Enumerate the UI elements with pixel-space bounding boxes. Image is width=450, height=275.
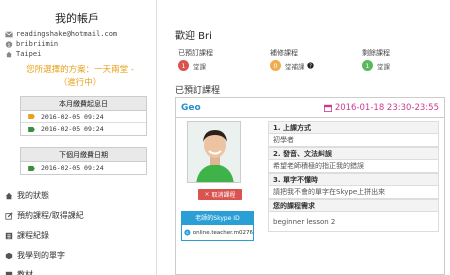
info-icon[interactable]: ? [306, 62, 314, 69]
teacher-skype-box: 老師的Skype ID s online.teacher.m0276 [181, 211, 254, 241]
sidebar: 我的帳戶 readingshake@hotmail.com s bribriim… [0, 0, 157, 275]
lesson-preferences: 1. 上課方式 初學者 2. 發音、文法糾誤 希望老師積極的指正我的錯誤 3. … [268, 121, 439, 232]
email-text: readingshake@hotmail.com [16, 30, 118, 38]
skype-icon: s [5, 40, 13, 48]
stat-label-makeup: 補修課程 [270, 49, 298, 57]
next-date-row: 2016-02-05 09:24 [21, 162, 146, 174]
next-date-value: 2016-02-05 09:24 [41, 164, 104, 172]
question-label: 3. 單字不懂時 [268, 173, 439, 186]
menu-item-vocab[interactable]: 我學到的單字 [5, 250, 65, 261]
skype-icon: s [184, 229, 191, 236]
close-icon: × [204, 191, 210, 198]
menu-item-records[interactable]: 課程紀錄 [5, 230, 49, 241]
menu-label: 我學到的單字 [17, 251, 65, 260]
email-line: readingshake@hotmail.com [5, 30, 117, 38]
start-date-row: 2016-02-05 09:24 [21, 123, 146, 135]
booked-lesson-card: Geo 2016-01-18 23:30-23:55 × 取消課程 老師的Sky… [175, 97, 445, 275]
stat-label-remaining: 剩餘課程 [362, 49, 390, 57]
cube-icon [5, 252, 13, 259]
next-date-panel-title: 下個月繳費日期 [21, 148, 146, 162]
plan-text: 您所選擇的方案：一天兩堂 - （進行中） [10, 64, 150, 90]
answer-value: 希望老師積極的指正我的錯誤 [268, 160, 439, 173]
stat-unit: 堂課 [377, 62, 390, 71]
teacher-skype-row[interactable]: s online.teacher.m0276 [182, 225, 253, 240]
welcome-heading: 歡迎 Bri [175, 31, 212, 42]
stat-makeup[interactable]: 0 堂補課 ? [270, 60, 314, 71]
datetime-text: 2016-01-18 23:30-23:55 [334, 102, 439, 113]
edit-icon [5, 211, 13, 220]
menu-item-booking[interactable]: 預約課程/取得課紀 [5, 210, 84, 221]
skype-line: s bribriimin [5, 40, 58, 48]
book-icon [5, 271, 13, 275]
stat-unit: 堂補課 [285, 62, 305, 71]
answer-value: 初學者 [268, 134, 439, 147]
tag-icon [28, 165, 35, 171]
question-label: 您的課程需求 [268, 199, 439, 212]
home-icon [6, 51, 12, 57]
count-badge: 1 [362, 60, 373, 71]
stat-unit: 堂課 [193, 62, 206, 71]
teacher-photo [187, 121, 241, 183]
account-title: 我的帳戶 [55, 12, 99, 25]
list-icon [5, 232, 13, 239]
stat-remaining[interactable]: 1 堂課 [362, 60, 390, 71]
menu-label: 我的狀態 [17, 191, 49, 200]
answer-value: 請把我不會的單字在Skype上拼出來 [268, 186, 439, 199]
home-icon [5, 192, 13, 199]
city-line: Taipei [5, 50, 41, 58]
city-text: Taipei [16, 50, 42, 58]
question-label: 1. 上課方式 [268, 121, 439, 134]
start-date-panel-title: 本月繳費起息日 [21, 97, 146, 111]
start-date-value: 2016-02-05 09:24 [41, 112, 104, 121]
start-date-value: 2016-02-05 09:24 [41, 125, 104, 133]
menu-label: 預約課程/取得課紀 [17, 211, 84, 220]
cancel-lesson-button[interactable]: × 取消課程 [198, 189, 242, 200]
tag-icon [28, 126, 35, 132]
menu-label: 教材 [17, 270, 33, 275]
envelope-icon [5, 30, 13, 37]
count-badge: 1 [178, 60, 189, 71]
skype-text: bribriimin [16, 40, 59, 48]
plan-line-2: （進行中） [58, 78, 102, 88]
stat-label-booked: 已預訂課程 [178, 49, 213, 57]
menu-label: 課程紀錄 [17, 231, 49, 240]
menu-item-status[interactable]: 我的狀態 [5, 190, 49, 201]
card-header: Geo 2016-01-18 23:30-23:55 [176, 98, 444, 118]
booked-section-title: 已預訂課程 [175, 86, 221, 96]
start-date-panel: 本月繳費起息日 2016-02-05 09:24 2016-02-05 09:2… [20, 96, 147, 136]
svg-text:?: ? [309, 64, 312, 69]
next-date-panel: 下個月繳費日期 2016-02-05 09:24 [20, 147, 147, 175]
tag-icon [28, 114, 35, 119]
cancel-label: 取消課程 [211, 192, 236, 199]
question-label: 2. 發音、文法糾誤 [268, 147, 439, 160]
svg-text:s: s [8, 42, 11, 48]
calendar-icon [323, 104, 332, 112]
teacher-skype-id: online.teacher.m0276 [192, 229, 253, 236]
skype-box-title: 老師的Skype ID [182, 212, 253, 225]
menu-item-materials[interactable]: 教材 [5, 269, 33, 275]
answer-value: beginner lesson 2 [268, 212, 439, 232]
lesson-datetime: 2016-01-18 23:30-23:55 [323, 102, 439, 113]
start-date-row: 2016-02-05 09:24 [21, 111, 146, 123]
course-name[interactable]: Geo [181, 103, 201, 113]
plan-line-1: 您所選擇的方案：一天兩堂 - [26, 65, 134, 75]
count-badge: 0 [270, 60, 281, 71]
stat-booked[interactable]: 1 堂課 [178, 60, 206, 71]
